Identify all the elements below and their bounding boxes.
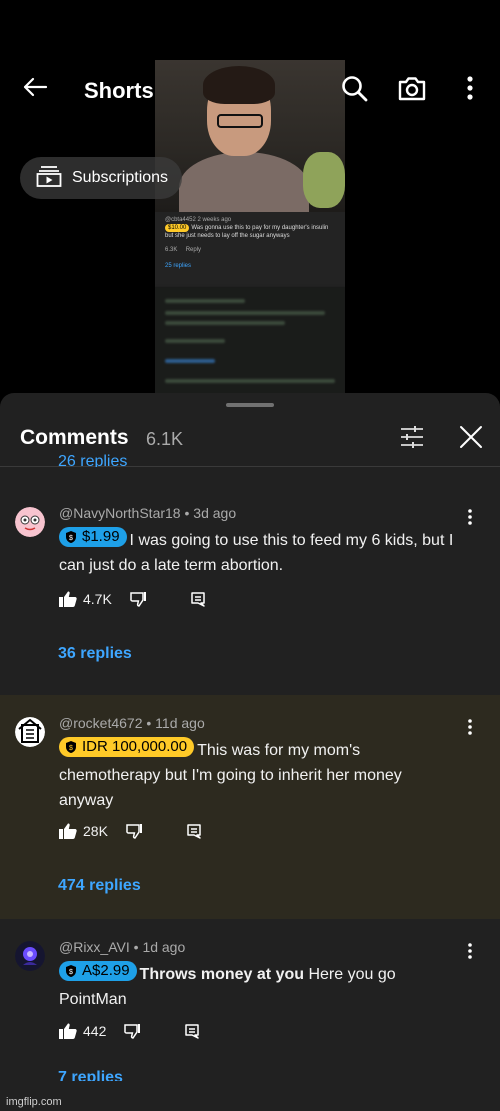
svg-text:$: $ bbox=[69, 745, 73, 752]
back-arrow-icon[interactable] bbox=[20, 72, 50, 102]
reply-button[interactable] bbox=[190, 591, 206, 607]
dislike-button[interactable] bbox=[126, 823, 144, 839]
thumbs-down-icon bbox=[124, 1024, 141, 1039]
thumbs-up-icon bbox=[59, 1023, 77, 1039]
super-thanks-amount: A$2.99 bbox=[82, 962, 130, 979]
view-replies-link[interactable]: 7 replies bbox=[58, 1069, 123, 1081]
video-frame[interactable]: @cbta4452 2 weeks ago $10.00 Was gonna us… bbox=[155, 60, 345, 395]
view-replies-link[interactable]: 474 replies bbox=[58, 877, 141, 895]
super-thanks-icon: $ bbox=[66, 531, 76, 543]
comment-body: $ A$2.99 Throws money at you Here you go… bbox=[59, 961, 459, 1012]
comment-age: 11d ago bbox=[155, 715, 205, 731]
comment-item: @Rixx_AVI • 1d ago $ A$2.99 Throws money… bbox=[0, 919, 500, 1111]
video-comment-replies: 25 replies bbox=[165, 263, 192, 269]
like-count: 4.7K bbox=[83, 591, 112, 607]
thumbs-up-icon bbox=[59, 823, 77, 839]
comment-body: $ $1.99 I was going to use this to feed … bbox=[59, 527, 459, 578]
comments-count: 6.1K bbox=[146, 429, 184, 449]
more-vert-icon[interactable] bbox=[460, 74, 480, 104]
view-replies-link[interactable]: 36 replies bbox=[58, 645, 132, 663]
video-comment-text: Was gonna use this to pay for my daughte… bbox=[165, 225, 329, 239]
comment-actions: 4.7K bbox=[59, 591, 206, 607]
comment-actions: 442 bbox=[59, 1023, 200, 1039]
comment-more-icon[interactable] bbox=[462, 941, 478, 961]
like-button[interactable]: 4.7K bbox=[59, 591, 112, 607]
comment-text-bold: Throws money at you bbox=[139, 966, 305, 983]
reply-icon bbox=[185, 1024, 200, 1039]
like-count: 442 bbox=[83, 1023, 107, 1039]
avatar[interactable] bbox=[15, 941, 45, 971]
reply-icon bbox=[187, 824, 201, 839]
reply-button[interactable] bbox=[184, 1023, 200, 1039]
super-thanks-chip: $ $1.99 bbox=[59, 527, 127, 547]
subscriptions-label: Subscriptions bbox=[72, 169, 169, 186]
reply-button[interactable] bbox=[186, 823, 202, 839]
watermark: imgflip.com bbox=[6, 1096, 62, 1108]
close-icon[interactable] bbox=[458, 424, 484, 450]
video-blurred-comments bbox=[155, 287, 345, 395]
comment-author[interactable]: @Rixx_AVI bbox=[59, 939, 130, 955]
comments-title: Comments bbox=[20, 426, 129, 449]
comments-sheet: Comments 6.1K 26 replies @NavyNorthStar1… bbox=[0, 393, 500, 1111]
like-count: 28K bbox=[83, 823, 108, 839]
search-icon[interactable] bbox=[340, 74, 370, 104]
page-title: Shorts bbox=[84, 78, 154, 103]
dislike-button[interactable] bbox=[124, 1023, 142, 1039]
filter-icon[interactable] bbox=[398, 425, 426, 449]
comment-more-icon[interactable] bbox=[462, 507, 478, 527]
comment-item: @NavyNorthStar18 • 3d ago $ $1.99 I was … bbox=[0, 485, 500, 695]
video-comment-reply: Reply bbox=[185, 247, 202, 253]
super-thanks-chip: $ IDR 100,000.00 bbox=[59, 737, 195, 757]
video-comment-age: 2 weeks ago bbox=[197, 217, 232, 223]
subscriptions-button[interactable]: Subscriptions bbox=[20, 157, 182, 199]
video-comment-likes: 6.3K bbox=[165, 247, 178, 253]
comment-author[interactable]: @rocket4672 bbox=[59, 715, 142, 731]
comment-item-highlighted: @rocket4672 • 11d ago $ IDR 100,000.00 T… bbox=[0, 695, 500, 919]
like-button[interactable]: 28K bbox=[59, 823, 108, 839]
like-button[interactable]: 442 bbox=[59, 1023, 106, 1039]
video-streamer-image bbox=[155, 60, 345, 222]
camera-icon[interactable] bbox=[396, 74, 428, 104]
thumbs-down-icon bbox=[126, 824, 142, 839]
video-comment-amount: $10.00 bbox=[165, 224, 190, 232]
reply-icon bbox=[191, 592, 205, 607]
comment-actions: 28K bbox=[59, 823, 202, 839]
previous-replies-link[interactable]: 26 replies bbox=[58, 453, 127, 467]
avatar[interactable] bbox=[15, 507, 45, 537]
shorts-player[interactable]: @cbta4452 2 weeks ago $10.00 Was gonna us… bbox=[0, 0, 500, 395]
dislike-button[interactable] bbox=[130, 591, 148, 607]
comment-body: $ IDR 100,000.00 This was for my mom's c… bbox=[59, 737, 459, 813]
video-embedded-comment: @cbta4452 2 weeks ago $10.00 Was gonna us… bbox=[155, 212, 345, 287]
comment-meta: @NavyNorthStar18 • 3d ago bbox=[59, 505, 237, 521]
thumbs-down-icon bbox=[130, 592, 146, 607]
super-thanks-amount: IDR 100,000.00 bbox=[82, 738, 188, 755]
subscriptions-icon bbox=[36, 165, 62, 192]
comment-author[interactable]: @NavyNorthStar18 bbox=[59, 505, 181, 521]
comment-meta: @Rixx_AVI • 1d ago bbox=[59, 939, 186, 955]
comment-age: 1d ago bbox=[142, 939, 186, 955]
super-thanks-icon: $ bbox=[66, 965, 76, 977]
svg-text:$: $ bbox=[69, 535, 73, 542]
comment-more-icon[interactable] bbox=[462, 717, 478, 737]
thumbs-up-icon bbox=[59, 591, 77, 607]
avatar[interactable] bbox=[15, 717, 45, 747]
svg-text:$: $ bbox=[69, 969, 73, 976]
super-thanks-amount: $1.99 bbox=[82, 528, 120, 545]
video-comment-user: @cbta4452 bbox=[165, 217, 196, 223]
drag-handle[interactable] bbox=[226, 403, 274, 407]
super-thanks-chip: $ A$2.99 bbox=[59, 961, 137, 981]
comment-age: 3d ago bbox=[193, 505, 237, 521]
super-thanks-icon: $ bbox=[66, 741, 76, 753]
comment-meta: @rocket4672 • 11d ago bbox=[59, 715, 205, 731]
